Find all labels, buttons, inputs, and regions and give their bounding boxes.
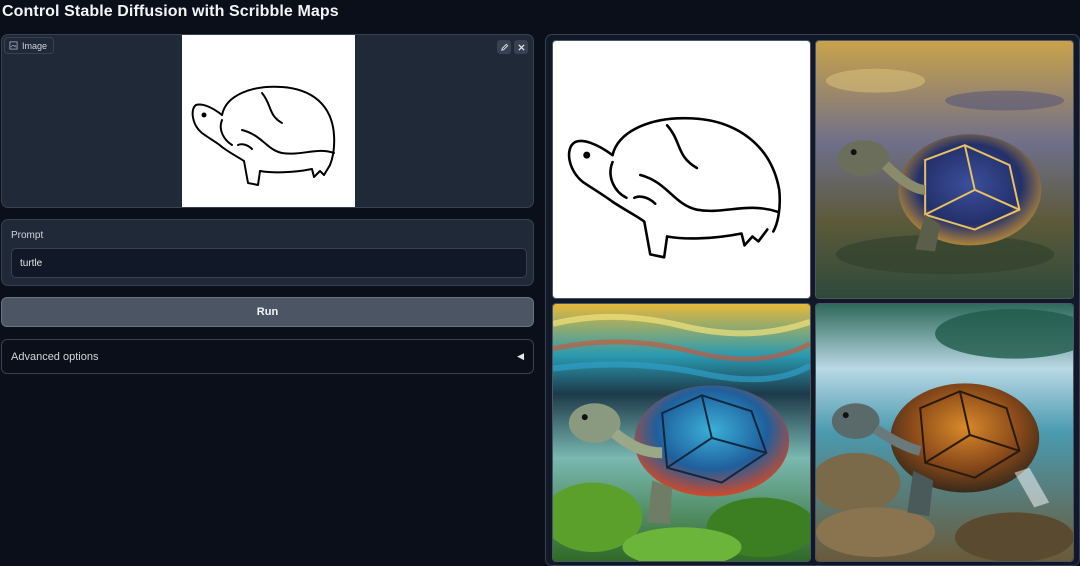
edit-button[interactable] <box>497 40 511 54</box>
turtle-rocks-image <box>816 304 1073 561</box>
image-label-badge: Image <box>4 37 55 54</box>
turtle-sketch <box>191 85 336 186</box>
turtle-water-image <box>816 41 1073 298</box>
clear-image-button[interactable] <box>514 40 528 54</box>
output-gallery <box>545 34 1080 566</box>
advanced-options-accordion[interactable]: Advanced options ◀ <box>1 339 534 374</box>
edit-icon <box>500 43 508 51</box>
advanced-options-label: Advanced options <box>11 350 99 363</box>
scribble-output-image <box>553 41 810 298</box>
page-title: Control Stable Diffusion with Scribble M… <box>2 3 339 20</box>
close-icon <box>517 43 525 51</box>
run-button[interactable]: Run <box>1 297 534 327</box>
gallery-item-scribble[interactable] <box>552 40 811 299</box>
gallery-item-result-2[interactable] <box>552 303 811 562</box>
gallery-item-result-3[interactable] <box>815 303 1074 562</box>
image-input-panel[interactable]: Image <box>1 34 534 208</box>
gallery-item-result-1[interactable] <box>815 40 1074 299</box>
image-icon <box>9 41 18 50</box>
prompt-input[interactable]: turtle <box>11 248 527 278</box>
image-label-text: Image <box>22 40 48 51</box>
turtle-underwater-image <box>553 304 810 561</box>
prompt-label: Prompt <box>11 230 44 241</box>
prompt-panel: Prompt turtle <box>1 219 534 286</box>
scribble-canvas[interactable] <box>182 35 355 207</box>
caret-left-icon: ◀ <box>517 351 524 361</box>
